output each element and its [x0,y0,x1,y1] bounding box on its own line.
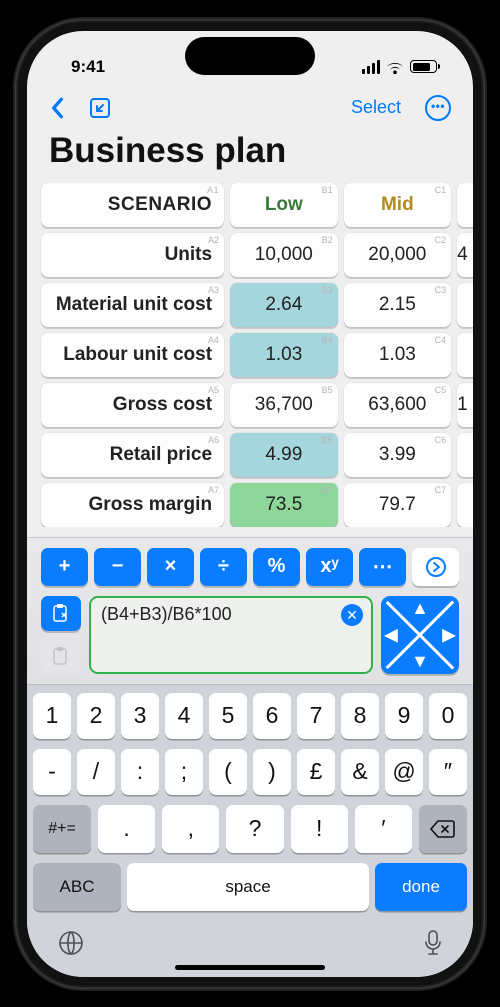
cell-b6[interactable]: 4.99B6 [230,433,338,477]
cell-d4[interactable] [457,333,473,377]
screen: 9:41 Select ••• [27,31,473,977]
key-amp[interactable]: & [341,749,379,795]
key-slash[interactable]: / [77,749,115,795]
page-title: Business plan [27,131,473,183]
op-advance[interactable] [412,548,459,586]
formula-input[interactable]: (B4+B3)/B6*100 ✕ [89,596,373,674]
back-button[interactable] [49,97,65,119]
paste-button[interactable] [41,596,81,631]
status-time: 9:41 [71,57,105,77]
key-5[interactable]: 5 [209,693,247,739]
key-1[interactable]: 1 [33,693,71,739]
cell-a2[interactable]: UnitsA2 [41,233,224,277]
arrow-up-icon[interactable]: ▲ [411,598,429,619]
key-rparen[interactable]: ) [253,749,291,795]
key-excl[interactable]: ! [291,805,348,853]
op-plus[interactable]: + [41,548,88,586]
key-symbols-switch[interactable]: #+= [33,805,91,853]
cell-b5[interactable]: 36,700B5 [230,383,338,427]
home-indicator[interactable] [175,965,325,970]
battery-icon [410,60,437,73]
key-at[interactable]: @ [385,749,423,795]
select-button[interactable]: Select [351,97,401,118]
key-lparen[interactable]: ( [209,749,247,795]
cell-d3[interactable] [457,283,473,327]
op-more[interactable]: ⋯ [359,548,406,586]
expand-icon[interactable] [89,97,111,119]
cell-b1[interactable]: Low B1 [230,183,338,227]
cell-b2[interactable]: 10,000B2 [230,233,338,277]
key-3[interactable]: 3 [121,693,159,739]
key-semi[interactable]: ; [165,749,203,795]
cell-b7[interactable]: 73.5B7 [230,483,338,527]
keyboard: 1 2 3 4 5 6 7 8 9 0 - / : ; ( ) £ & @ [27,684,473,977]
key-abc[interactable]: ABC [33,863,121,911]
arrow-left-icon[interactable]: ◀ [384,624,398,645]
cell-a5[interactable]: Gross costA5 [41,383,224,427]
arrow-right-icon[interactable]: ▶ [442,624,456,645]
cell-a3[interactable]: Material unit costA3 [41,283,224,327]
cell-a6[interactable]: Retail priceA6 [41,433,224,477]
cell-d2[interactable]: 4 [457,233,473,277]
cell-c7[interactable]: 79.7C7 [344,483,452,527]
cell-b3[interactable]: 2.64B3 [230,283,338,327]
arrow-down-icon[interactable]: ▼ [411,651,429,672]
op-minus[interactable]: − [94,548,141,586]
key-8[interactable]: 8 [341,693,379,739]
spreadsheet: SCENARIO A1 Low B1 Mid C1 UnitsA2 10,000… [27,183,473,527]
key-squote[interactable]: ′ [355,805,412,853]
key-comma[interactable]: , [162,805,219,853]
cell-c3[interactable]: 2.15C3 [344,283,452,327]
arrow-pad[interactable]: ▲ ▼ ◀ ▶ [381,596,459,674]
cell-d6[interactable] [457,433,473,477]
paste-button-disabled [41,639,81,674]
globe-icon[interactable] [57,929,85,962]
cell-a7[interactable]: Gross marginA7 [41,483,224,527]
cell-d5[interactable]: 1 [457,383,473,427]
phone-frame: 9:41 Select ••• [15,19,485,989]
key-colon[interactable]: : [121,749,159,795]
key-backspace[interactable] [419,805,467,853]
cell-c2[interactable]: 20,000C2 [344,233,452,277]
key-7[interactable]: 7 [297,693,335,739]
key-period[interactable]: . [98,805,155,853]
cell-a4[interactable]: Labour unit costA4 [41,333,224,377]
key-qmark[interactable]: ? [226,805,283,853]
cell-c6[interactable]: 3.99C6 [344,433,452,477]
op-times[interactable]: × [147,548,194,586]
key-4[interactable]: 4 [165,693,203,739]
key-9[interactable]: 9 [385,693,423,739]
cell-c5[interactable]: 63,600C5 [344,383,452,427]
cell-d7[interactable] [457,483,473,527]
key-done[interactable]: done [375,863,467,911]
key-6[interactable]: 6 [253,693,291,739]
clear-formula-icon[interactable]: ✕ [341,604,363,626]
more-button[interactable]: ••• [425,95,451,121]
dynamic-island [185,37,315,75]
wifi-icon [386,60,404,73]
mic-icon[interactable] [423,929,443,962]
cell-c1[interactable]: Mid C1 [344,183,452,227]
formula-toolbar: + − × ÷ % xʸ ⋯ [27,537,473,684]
key-space[interactable]: space [127,863,369,911]
key-dash[interactable]: - [33,749,71,795]
cell-a1[interactable]: SCENARIO A1 [41,183,224,227]
cellular-icon [362,60,380,74]
cell-d1[interactable] [457,183,473,227]
cell-b4[interactable]: 1.03B4 [230,333,338,377]
op-divide[interactable]: ÷ [200,548,247,586]
key-0[interactable]: 0 [429,693,467,739]
key-2[interactable]: 2 [77,693,115,739]
nav-bar: Select ••• [27,89,473,131]
cell-c4[interactable]: 1.03C4 [344,333,452,377]
op-power[interactable]: xʸ [306,548,353,586]
op-percent[interactable]: % [253,548,300,586]
key-dquote[interactable]: ″ [429,749,467,795]
key-pound[interactable]: £ [297,749,335,795]
formula-text: (B4+B3)/B6*100 [101,604,232,624]
